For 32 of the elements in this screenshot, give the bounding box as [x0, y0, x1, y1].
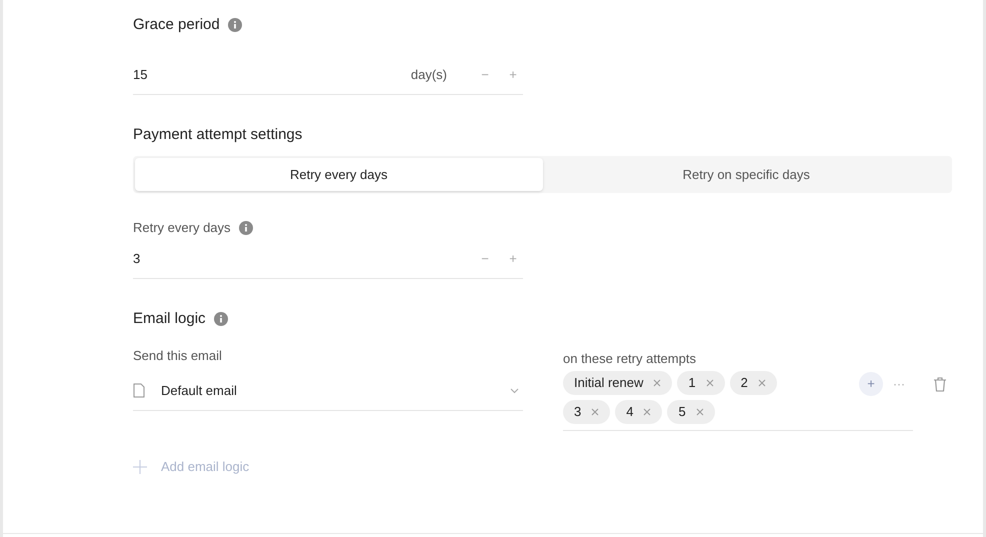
attempt-tag[interactable]: 1 [677, 371, 725, 395]
unit-label: day(s) [410, 66, 447, 84]
field-label: Send this email [133, 347, 223, 364]
field-value: 15 [133, 66, 148, 84]
remove-icon[interactable] [643, 408, 652, 416]
info-icon [238, 221, 253, 235]
attempt-tag[interactable]: 2 [730, 371, 777, 395]
delete-icon[interactable] [933, 377, 947, 392]
attempt-tag[interactable]: 5 [667, 400, 715, 424]
attempt-tag[interactable]: 4 [615, 400, 662, 424]
section-title: Payment attempt settings [133, 124, 302, 145]
select-value: Default email [161, 382, 238, 400]
remove-icon[interactable] [758, 379, 766, 387]
tab[interactable]: Retry on specific days [542, 158, 950, 191]
field-value: 3 [133, 250, 142, 268]
remove-icon[interactable] [591, 408, 600, 416]
remove-icon[interactable] [653, 379, 662, 387]
plus-icon [133, 460, 147, 474]
field-label: on these retry attempts [563, 350, 697, 367]
email-select[interactable]: Default email [133, 371, 523, 411]
remove-icon[interactable] [706, 379, 714, 387]
attempt-tag[interactable]: Initial renew [563, 371, 672, 395]
info-icon [214, 312, 228, 326]
section-title: Email logic [133, 308, 206, 329]
chevron-down-icon [510, 388, 519, 394]
info-icon [228, 18, 242, 32]
remove-icon[interactable] [696, 408, 704, 416]
document-icon [133, 383, 145, 398]
tab[interactable]: Retry every days [135, 158, 542, 191]
field-label: Retry every days [133, 219, 231, 238]
attempt-tag[interactable]: 3 [563, 400, 610, 424]
section-title: Grace period [133, 14, 220, 35]
